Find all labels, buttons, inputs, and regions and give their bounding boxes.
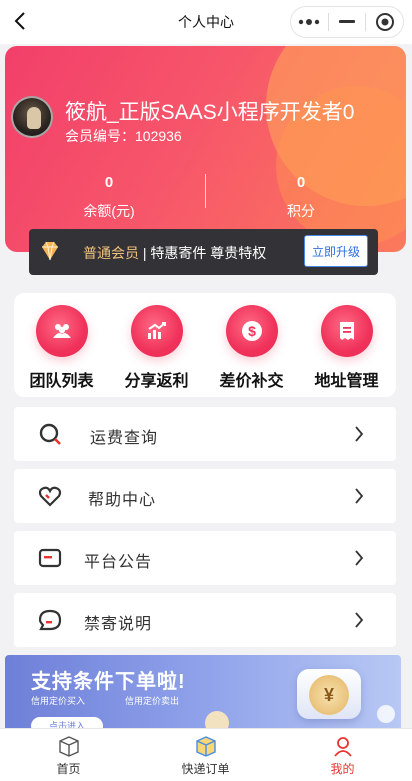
banner-subtitle: 信用定价买入 (31, 696, 86, 706)
box-icon (58, 736, 79, 757)
menu-item-prohibited[interactable]: 禁寄说明 (14, 593, 396, 647)
membership-text: 普通会员 | 特惠寄件 尊贵特权 (83, 245, 267, 261)
team-icon (52, 324, 71, 338)
username: 筱航_正版SAAS小程序开发者0 (65, 101, 355, 124)
tab-mine[interactable]: 我的 (274, 735, 411, 777)
grid-item-address[interactable]: 地址管理 (299, 305, 394, 391)
chat-bubble-icon (38, 609, 62, 631)
membership-level: 普通会员 (83, 245, 139, 261)
promo-banner[interactable]: 支持条件下单啦! 信用定价买入 信用定价卖出 点击进入 ¥ (5, 655, 401, 729)
grid-item-price-diff[interactable]: $ 差价补交 (204, 305, 299, 391)
tab-express-orders[interactable]: 快递订单 (137, 735, 274, 777)
tab-label: 快递订单 (181, 762, 230, 776)
menu-label: 禁寄说明 (84, 616, 153, 633)
target-icon[interactable] (366, 7, 403, 37)
grid-label: 分享返利 (124, 373, 189, 390)
coin-decoration-icon (205, 711, 229, 729)
menu-label: 帮助中心 (88, 492, 157, 509)
points-label: 积分 (287, 203, 315, 219)
balance-value: 0 (104, 174, 114, 191)
dollar-coin-icon: $ (241, 321, 262, 341)
member-number: 会员编号：102936 (65, 128, 182, 144)
search-icon (39, 423, 61, 445)
heart-icon (38, 486, 62, 507)
grid-item-team[interactable]: 团队列表 (14, 305, 109, 391)
points-value: 0 (296, 174, 306, 191)
tab-label: 首页 (56, 762, 81, 776)
menu-label: 平台公告 (84, 554, 153, 571)
menu-item-freight-query[interactable]: 运费查询 (14, 407, 396, 461)
diamond-icon (42, 241, 58, 261)
tab-home[interactable]: 首页 (0, 735, 137, 777)
points-stat[interactable]: 0 积分 (201, 174, 401, 221)
svg-text:$: $ (248, 323, 256, 339)
membership-bar: 普通会员 | 特惠寄件 尊贵特权 立即升级 (29, 229, 378, 275)
address-book-icon (339, 322, 354, 340)
chevron-right-icon (355, 426, 364, 442)
tab-label: 我的 (330, 762, 355, 776)
balance-label: 余额(元) (83, 203, 135, 219)
menu-label: 运费查询 (90, 430, 159, 447)
membership-perk: 特惠寄件 尊贵特权 (150, 245, 267, 261)
share-rebate-icon (147, 322, 166, 339)
grid-label: 团队列表 (29, 373, 94, 390)
profile-header: 筱航_正版SAAS小程序开发者0 会员编号：102936 0 余额(元) 0 积… (5, 46, 406, 252)
more-dots-icon[interactable] (291, 7, 328, 37)
grid-item-share-rebate[interactable]: 分享返利 (109, 305, 204, 391)
package-icon (195, 736, 216, 757)
mini-program-capsule (290, 6, 404, 38)
navbar: 个人中心 (0, 0, 412, 44)
menu-item-announcement[interactable]: 平台公告 (14, 531, 396, 585)
chevron-right-icon (355, 550, 364, 566)
chevron-right-icon (355, 488, 364, 504)
balance-stat[interactable]: 0 余额(元) (9, 174, 209, 221)
banner-subtitle: 信用定价卖出 (125, 696, 180, 706)
grid-label: 地址管理 (314, 373, 379, 390)
tab-bar: 首页 快递订单 我的 (0, 728, 412, 781)
avatar[interactable] (11, 96, 53, 138)
feature-grid: 团队列表 分享返利 $ 差价补交 地址管理 (14, 293, 396, 397)
coin-box-icon: ¥ (297, 669, 361, 719)
banner-title: 支持条件下单啦! (31, 671, 186, 693)
chevron-right-icon (355, 612, 364, 628)
upgrade-button[interactable]: 立即升级 (304, 235, 368, 267)
minimize-icon[interactable] (329, 7, 366, 37)
notice-icon (38, 548, 62, 568)
user-icon (333, 737, 352, 757)
grid-label: 差价补交 (219, 373, 284, 390)
coin-decoration-icon (377, 705, 395, 723)
menu-item-help-center[interactable]: 帮助中心 (14, 469, 396, 523)
